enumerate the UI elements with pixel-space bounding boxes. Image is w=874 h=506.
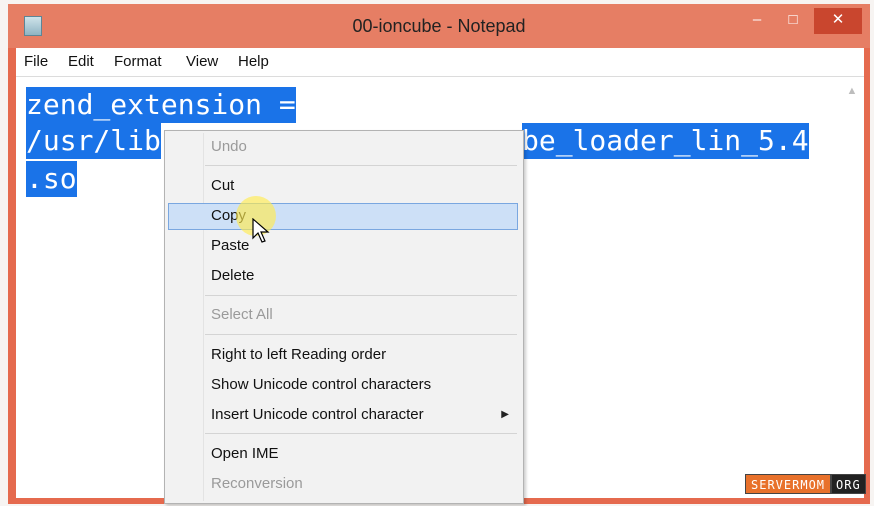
editor-line-2b: be_loader_lin_5.4 [522, 123, 809, 159]
menu-file[interactable]: File [24, 53, 48, 70]
menu-view[interactable]: View [186, 53, 218, 70]
minimize-button[interactable]: – [740, 8, 774, 34]
title-bar[interactable]: 00-ioncube - Notepad – □ ✕ [8, 4, 870, 48]
menu-help[interactable]: Help [238, 53, 269, 70]
menu-item-reconversion: Reconversion [211, 475, 303, 492]
menu-item-undo: Undo [211, 138, 247, 155]
menu-bar: File Edit Format View Help [16, 48, 864, 77]
watermark-part2: ORG [831, 474, 866, 494]
submenu-arrow-icon: ▶ [501, 409, 509, 420]
context-separator [205, 334, 517, 335]
context-menu-gutter [203, 133, 204, 501]
maximize-button[interactable]: □ [776, 8, 810, 34]
context-separator [205, 433, 517, 434]
watermark-logo: SERVERMOM ORG [745, 474, 866, 494]
context-menu: Undo Cut Copy Paste Delete Select All Ri… [164, 130, 524, 504]
context-separator [205, 295, 517, 296]
menu-item-cut[interactable]: Cut [211, 173, 234, 199]
menu-item-delete[interactable]: Delete [211, 263, 254, 289]
mouse-pointer-icon [252, 218, 270, 243]
watermark-part1: SERVERMOM [745, 474, 832, 494]
menu-item-select-all: Select All [211, 306, 273, 323]
context-separator [205, 165, 517, 166]
close-button[interactable]: ✕ [814, 8, 862, 34]
menu-item-open-ime[interactable]: Open IME [211, 441, 279, 467]
menu-format[interactable]: Format [114, 53, 162, 70]
editor-line-1: zend_extension = [26, 87, 296, 123]
menu-edit[interactable]: Edit [68, 53, 94, 70]
menu-item-rtl[interactable]: Right to left Reading order [211, 342, 386, 368]
menu-item-show-unicode[interactable]: Show Unicode control characters [211, 372, 431, 398]
menu-item-paste[interactable]: Paste [211, 233, 249, 259]
editor-line-3: .so [26, 161, 77, 197]
editor-line-2a: /usr/lib [26, 123, 161, 159]
chevron-up-icon[interactable]: ▲ [846, 85, 858, 97]
menu-item-insert-unicode[interactable]: Insert Unicode control character [211, 402, 424, 428]
